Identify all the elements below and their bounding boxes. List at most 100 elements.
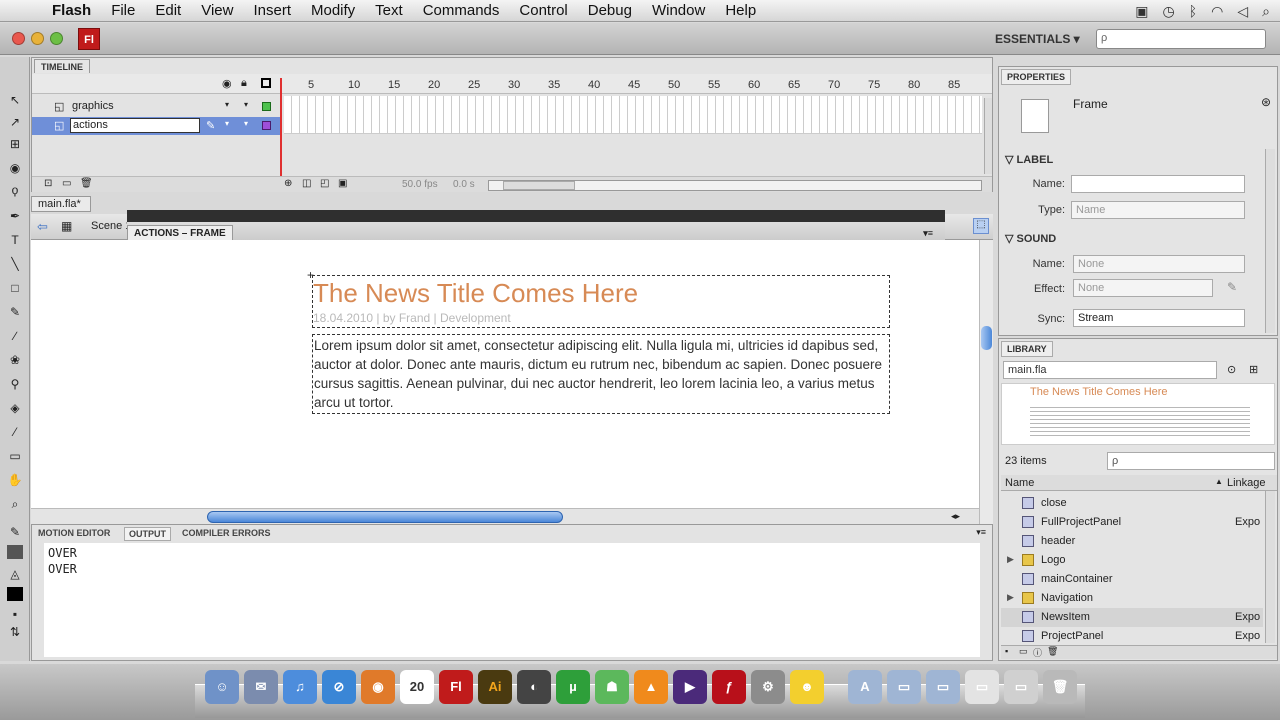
workspace-switcher[interactable]: ESSENTIALS ▾ bbox=[995, 32, 1080, 46]
panel-menu-icon[interactable]: ▾≡ bbox=[917, 226, 939, 241]
menu-view[interactable]: View bbox=[191, 2, 243, 19]
deco-tool-icon[interactable]: ❀ bbox=[7, 353, 23, 367]
flash-player-icon[interactable]: ƒ bbox=[712, 670, 746, 704]
zoom-tool-icon[interactable]: ⌕ bbox=[7, 497, 23, 511]
library-item[interactable]: FullProjectPanel Expo bbox=[1001, 513, 1263, 532]
stage-vertical-scrollbar[interactable] bbox=[979, 240, 993, 524]
subselection-tool-icon[interactable]: ↗ bbox=[7, 115, 23, 129]
frame-rate[interactable]: 50.0 fps bbox=[402, 179, 438, 190]
timeline-scroll-thumb[interactable] bbox=[503, 181, 575, 190]
flash-dock-icon[interactable]: Fl bbox=[439, 670, 473, 704]
system-preferences-icon[interactable]: ⚙ bbox=[751, 670, 785, 704]
new-folder-icon[interactable]: ▭ bbox=[62, 178, 71, 189]
section-label[interactable]: ▽ LABEL bbox=[1005, 153, 1053, 166]
news-title[interactable]: The News Title Comes Here bbox=[313, 278, 638, 309]
scroll-arrows-icon[interactable]: ◂▸ bbox=[951, 511, 960, 522]
new-layer-icon[interactable]: ⊡ bbox=[44, 178, 52, 189]
library-search-input[interactable]: ρ bbox=[1107, 452, 1275, 470]
lock-dot-icon[interactable]: ▾ bbox=[244, 119, 248, 128]
stage[interactable]: + The News Title Comes Here 18.04.2010 |… bbox=[31, 240, 979, 508]
pencil-tool-icon[interactable]: ✎ bbox=[7, 305, 23, 319]
itunes-icon[interactable]: ♫ bbox=[283, 670, 317, 704]
ical-icon[interactable]: 20 bbox=[400, 670, 434, 704]
layer-color-swatch[interactable] bbox=[262, 121, 271, 130]
expand-arrow-icon[interactable]: ▶ bbox=[1007, 554, 1014, 565]
properties-scrollbar[interactable] bbox=[1265, 149, 1275, 333]
menu-edit[interactable]: Edit bbox=[145, 2, 191, 19]
minimize-window-button[interactable] bbox=[31, 32, 44, 45]
bluetooth-icon[interactable]: ᛒ bbox=[1189, 3, 1197, 19]
stroke-color-icon[interactable]: ✎ bbox=[7, 525, 23, 539]
cyberduck-icon[interactable]: ☻ bbox=[790, 670, 824, 704]
library-file-select[interactable]: main.fla bbox=[1003, 361, 1217, 379]
text-tool-icon[interactable]: T bbox=[7, 233, 23, 247]
library-item[interactable]: mainContainer bbox=[1001, 570, 1263, 589]
fill-color-icon[interactable]: ◬ bbox=[7, 567, 23, 581]
pen-tool-icon[interactable]: ✒ bbox=[7, 209, 23, 223]
delete-icon[interactable]: 🗑︎ bbox=[1047, 646, 1058, 657]
firefox-icon[interactable]: ◉ bbox=[361, 670, 395, 704]
hd-video-icon[interactable]: ▶ bbox=[673, 670, 707, 704]
sound-effect-select[interactable]: None bbox=[1073, 279, 1213, 297]
volume-icon[interactable]: ◁ bbox=[1237, 3, 1248, 20]
library-folder[interactable]: ▶ Logo bbox=[1001, 551, 1263, 570]
snap-icon[interactable]: ⇅ bbox=[7, 625, 23, 639]
3d-rotation-tool-icon[interactable]: ◉ bbox=[7, 161, 23, 175]
new-folder-icon[interactable]: ▭ bbox=[1019, 646, 1028, 657]
onion-skin-icon[interactable]: ◫ bbox=[302, 178, 311, 189]
layer-row-actions[interactable]: ◱ actions ✎ ▾ ▾ bbox=[32, 117, 282, 135]
help-icon[interactable]: ⊛ bbox=[1261, 95, 1271, 109]
menu-modify[interactable]: Modify bbox=[301, 2, 365, 19]
stage-horizontal-scrollbar[interactable]: ◂▸ bbox=[31, 508, 979, 524]
tab-output[interactable]: OUTPUT bbox=[124, 527, 171, 541]
menu-window[interactable]: Window bbox=[642, 2, 715, 19]
finder-icon[interactable]: ☺ bbox=[205, 670, 239, 704]
layer-color-swatch[interactable] bbox=[262, 102, 271, 111]
rectangle-tool-icon[interactable]: □ bbox=[7, 281, 23, 295]
close-window-button[interactable] bbox=[12, 32, 25, 45]
new-symbol-icon[interactable]: ▪ bbox=[1005, 646, 1008, 656]
downloads-folder-icon[interactable]: ▭ bbox=[926, 670, 960, 704]
timeline-scrollbar[interactable] bbox=[488, 180, 982, 191]
news-body[interactable]: Lorem ipsum dolor sit amet, consectetur … bbox=[314, 336, 889, 412]
menu-insert[interactable]: Insert bbox=[243, 2, 301, 19]
fill-swatch[interactable] bbox=[7, 587, 23, 601]
frame-name-input[interactable] bbox=[1071, 175, 1245, 193]
library-item[interactable]: NewsItem Expo bbox=[1001, 608, 1263, 627]
new-library-icon[interactable]: ⊞ bbox=[1249, 363, 1258, 376]
menu-file[interactable]: File bbox=[101, 2, 145, 19]
swap-colors-icon[interactable]: ▪ bbox=[7, 607, 23, 621]
menu-commands[interactable]: Commands bbox=[413, 2, 510, 19]
documents-folder-icon[interactable]: ▭ bbox=[887, 670, 921, 704]
applications-folder-icon[interactable]: A bbox=[848, 670, 882, 704]
free-transform-tool-icon[interactable]: ⊞ bbox=[7, 137, 23, 151]
properties-icon[interactable]: ⓘ bbox=[1033, 646, 1042, 659]
delete-layer-icon[interactable]: 🗑︎ bbox=[80, 178, 93, 189]
menu-help[interactable]: Help bbox=[715, 2, 766, 19]
visibility-dot-icon[interactable]: ▾ bbox=[225, 100, 229, 109]
onion-outlines-icon[interactable]: ◰ bbox=[320, 178, 329, 189]
preview-icon[interactable]: ✉ bbox=[244, 670, 278, 704]
library-item[interactable]: close bbox=[1001, 494, 1263, 513]
library-folder[interactable]: ▶ Navigation bbox=[1001, 589, 1263, 608]
spotlight-search-icon[interactable]: ⌕ bbox=[1262, 3, 1270, 20]
menu-debug[interactable]: Debug bbox=[578, 2, 642, 19]
document-stack-icon[interactable]: ▭ bbox=[965, 670, 999, 704]
eraser-tool-icon[interactable]: ▭ bbox=[7, 449, 23, 463]
tab-compiler-errors[interactable]: COMPILER ERRORS bbox=[178, 527, 275, 541]
back-arrow-icon[interactable]: ⇦ bbox=[37, 219, 48, 235]
line-tool-icon[interactable]: ╲ bbox=[7, 257, 23, 271]
help-search-input[interactable]: ρ bbox=[1096, 29, 1266, 49]
bone-tool-icon[interactable]: ⚲ bbox=[7, 377, 23, 391]
edit-symbols-icon[interactable]: ⬚ bbox=[973, 218, 989, 234]
brush-tool-icon[interactable]: ∕ bbox=[7, 329, 23, 343]
layer-rename-input[interactable]: actions bbox=[70, 118, 200, 133]
safari-icon[interactable]: ⊘ bbox=[322, 670, 356, 704]
center-frame-icon[interactable]: ⊕ bbox=[284, 178, 292, 189]
library-scrollbar[interactable] bbox=[1265, 491, 1275, 643]
zoom-window-button[interactable] bbox=[50, 32, 63, 45]
wifi-icon[interactable]: ◠ bbox=[1211, 3, 1223, 20]
stroke-swatch[interactable] bbox=[7, 545, 23, 559]
time-machine-icon[interactable]: ◷ bbox=[1163, 3, 1175, 20]
layer-name[interactable]: graphics bbox=[72, 100, 114, 112]
